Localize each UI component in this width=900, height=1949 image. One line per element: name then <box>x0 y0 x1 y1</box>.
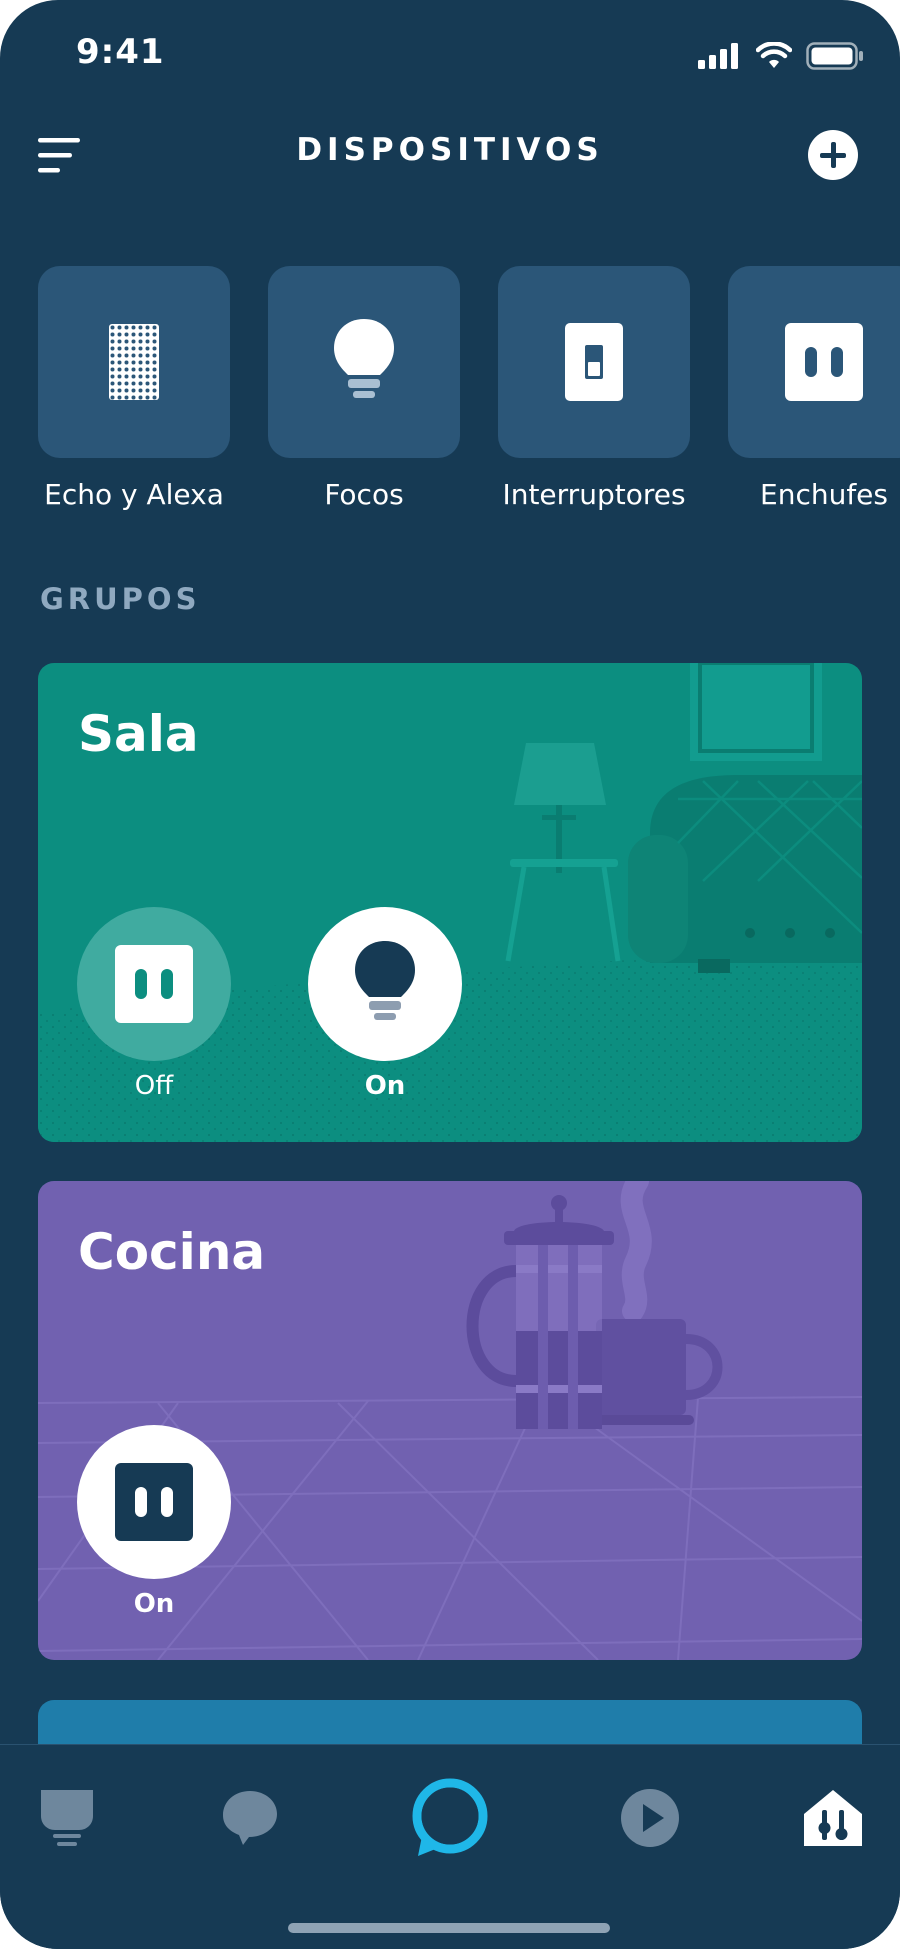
nav-home-button[interactable] <box>22 1773 112 1863</box>
category-interruptores[interactable]: Interruptores <box>498 266 690 511</box>
speaker-icon <box>109 324 159 400</box>
wifi-icon <box>756 42 792 68</box>
category-label: Interruptores <box>502 478 686 511</box>
nav-play-button[interactable] <box>605 1773 695 1863</box>
plug-icon <box>785 323 863 401</box>
group-card-sala[interactable]: Sala Off On <box>38 663 862 1142</box>
bulb-toggle-button[interactable] <box>308 907 462 1061</box>
nav-alexa-button[interactable] <box>405 1773 495 1863</box>
alexa-ring-icon <box>412 1778 488 1856</box>
category-focos[interactable]: Focos <box>268 266 460 511</box>
phone-screen: 9:41 DISPOSITIVOS Echo y Alexa Focos Int… <box>0 0 900 1949</box>
category-tile <box>728 266 900 458</box>
home-indicator[interactable] <box>288 1923 610 1933</box>
status-bar: 9:41 <box>0 0 900 110</box>
group-name: Cocina <box>78 1223 266 1281</box>
category-label: Echo y Alexa <box>44 478 224 511</box>
device-state-label: On <box>133 1589 175 1619</box>
category-tile <box>268 266 460 458</box>
signal-icon <box>698 43 738 69</box>
status-time: 9:41 <box>76 32 165 72</box>
smart-home-icon <box>804 1790 862 1846</box>
header: DISPOSITIVOS <box>0 110 900 200</box>
device-categories: Echo y Alexa Focos Interruptores Enchufe… <box>38 266 900 516</box>
group-name: Sala <box>78 705 199 763</box>
switch-icon <box>565 323 623 401</box>
page-title: DISPOSITIVOS <box>296 132 604 168</box>
category-tile <box>38 266 230 458</box>
battery-icon <box>806 42 863 70</box>
status-icons <box>698 36 864 76</box>
category-enchufes[interactable]: Enchufes <box>728 266 900 511</box>
nav-communicate-button[interactable] <box>205 1773 295 1863</box>
add-device-button[interactable] <box>808 130 858 180</box>
plug-toggle-button[interactable] <box>77 1425 231 1579</box>
nav-devices-button[interactable] <box>788 1773 878 1863</box>
category-label: Enchufes <box>760 478 888 511</box>
group-card-cocina[interactable]: Cocina On <box>38 1181 862 1660</box>
device-state-label: Off <box>134 1071 174 1101</box>
plug-icon <box>115 1463 193 1541</box>
bulb-icon <box>334 319 394 398</box>
home-feed-icon <box>41 1790 93 1846</box>
groups-heading: GRUPOS <box>40 582 201 616</box>
chat-bubble-icon <box>223 1791 277 1845</box>
bottom-nav <box>0 1744 900 1949</box>
play-icon <box>621 1789 679 1847</box>
device-state-label: On <box>364 1071 406 1101</box>
plug-toggle-button[interactable] <box>77 907 231 1061</box>
bulb-icon <box>355 941 415 1020</box>
category-tile <box>498 266 690 458</box>
plug-icon <box>115 945 193 1023</box>
category-echo[interactable]: Echo y Alexa <box>38 266 230 511</box>
category-label: Focos <box>324 478 404 511</box>
